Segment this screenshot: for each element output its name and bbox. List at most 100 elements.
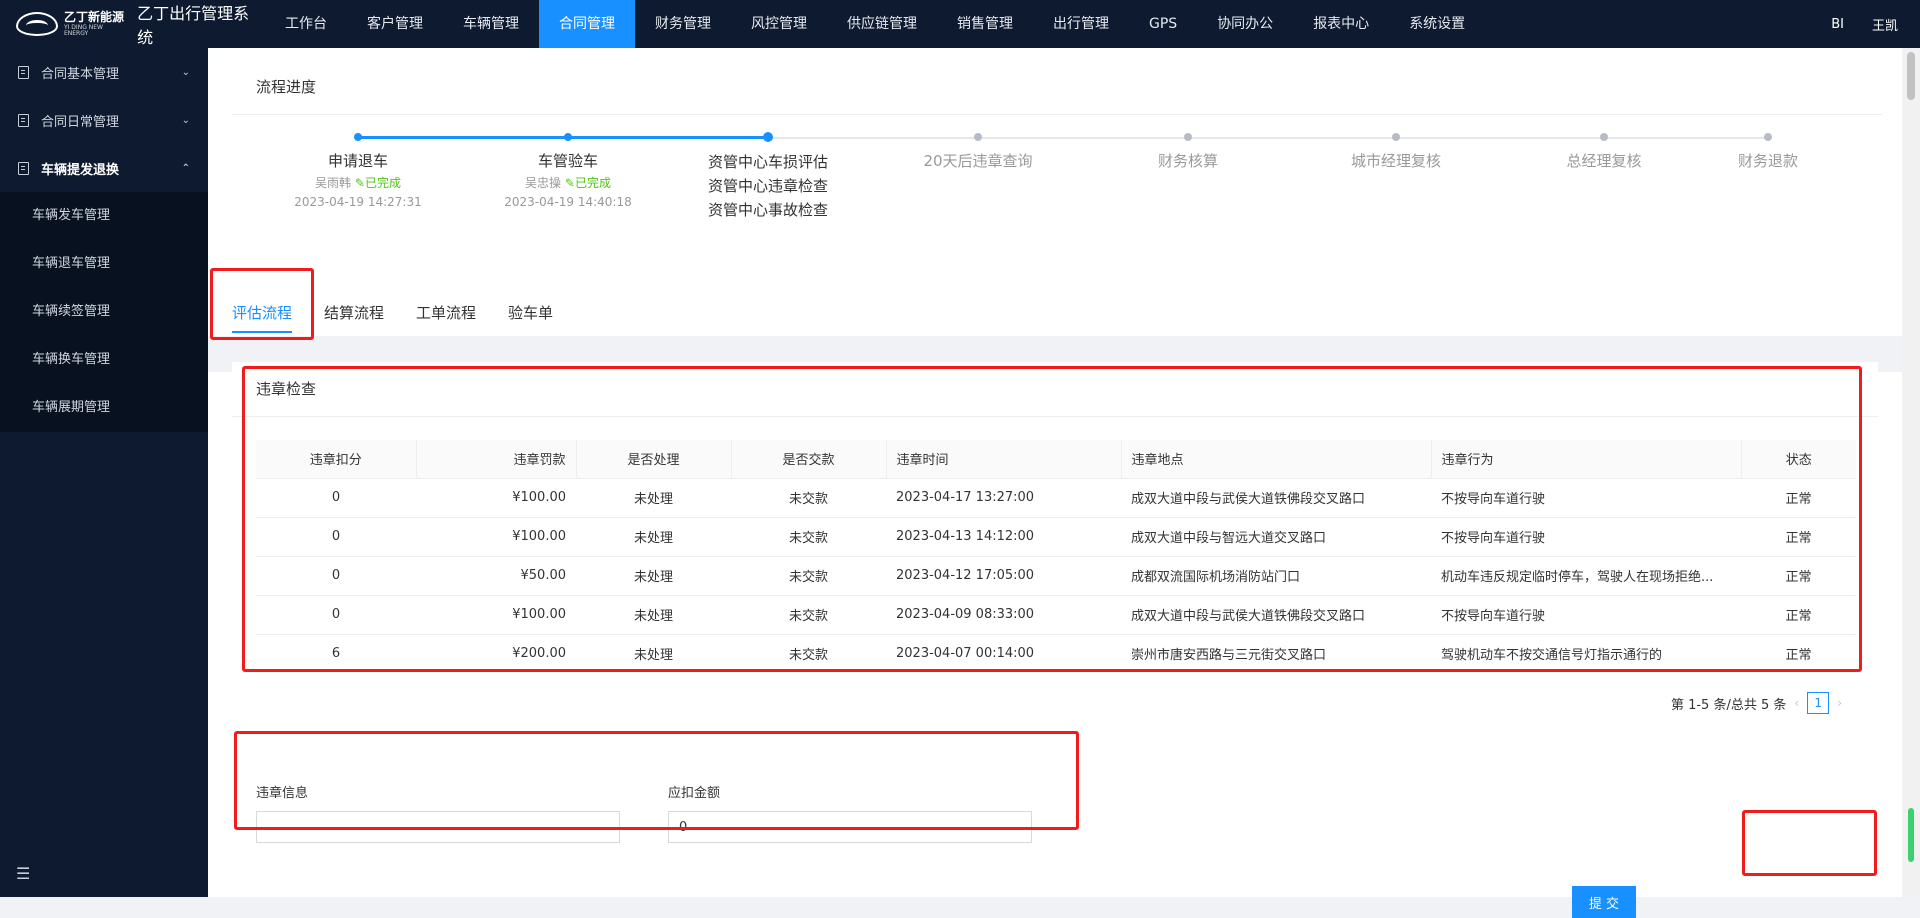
- sidebar-group-contract-basic[interactable]: 合同基本管理 ⌄: [0, 48, 208, 96]
- submit-button[interactable]: 提 交: [1572, 886, 1636, 918]
- nav-supply-chain[interactable]: 供应链管理: [827, 0, 937, 48]
- step-dot: [974, 133, 982, 141]
- nav-finance[interactable]: 财务管理: [635, 0, 731, 48]
- prev-page-icon[interactable]: ‹: [1794, 696, 1799, 710]
- sidebar-item-extend[interactable]: 车辆展期管理: [0, 384, 208, 432]
- step-violation-query: 20天后违章查询: [878, 122, 1078, 173]
- cell-time: 2023-04-09 08:33:00: [886, 594, 1121, 634]
- col-time: 违章时间: [885, 440, 1121, 478]
- cell-paid: 未交款: [731, 516, 886, 556]
- step-dot: [1764, 133, 1772, 141]
- step-dot: [1392, 133, 1400, 141]
- chevron-down-icon: ⌄: [181, 114, 190, 126]
- cell-points: 6: [256, 633, 416, 673]
- cell-paid: 未交款: [731, 477, 886, 517]
- document-icon: [18, 65, 29, 79]
- cell-behavior: 机动车违反规定临时停车，驾驶人在现场拒绝...: [1431, 555, 1741, 595]
- table-row[interactable]: 0 ¥100.00 未处理 未交款 2023-04-17 13:27:00 成双…: [256, 477, 1856, 517]
- next-page-icon[interactable]: ›: [1837, 696, 1842, 710]
- chevron-up-icon: ⌃: [181, 162, 190, 174]
- sidebar-item-exchange[interactable]: 车辆换车管理: [0, 336, 208, 384]
- logo[interactable]: 乙丁新能源 YI DING NEW ENERGY 乙丁出行管理系统: [0, 0, 265, 48]
- tab-work-order[interactable]: 工单流程: [416, 302, 476, 333]
- check-icon: ✎: [354, 176, 365, 190]
- cell-points: 0: [256, 516, 416, 556]
- cell-handled: 未处理: [576, 516, 731, 556]
- table-row[interactable]: 0 ¥100.00 未处理 未交款 2023-04-09 08:33:00 成双…: [256, 594, 1856, 634]
- table-row[interactable]: 0 ¥100.00 未处理 未交款 2023-04-13 14:12:00 成双…: [256, 516, 1856, 556]
- col-location: 违章地点: [1120, 440, 1431, 478]
- cell-location: 成都双流国际机场消防站门口: [1121, 555, 1431, 595]
- table-row[interactable]: 6 ¥200.00 未处理 未交款 2023-04-07 00:14:00 崇州…: [256, 633, 1856, 673]
- sidebar-item-dispatch[interactable]: 车辆发车管理: [0, 192, 208, 240]
- cell-fine: ¥100.00: [416, 594, 576, 634]
- step-finance-refund: 财务退款: [1668, 122, 1868, 173]
- tab-evaluation[interactable]: 评估流程: [232, 302, 293, 333]
- user-name[interactable]: 王凯: [1872, 15, 1898, 34]
- deduction-amount-label: 应扣金额: [668, 786, 721, 801]
- cell-paid: 未交款: [731, 594, 886, 634]
- sidebar-group-contract-daily[interactable]: 合同日常管理 ⌄: [0, 96, 208, 144]
- step-operator: 吴雨韩: [315, 176, 352, 190]
- top-navbar: 乙丁新能源 YI DING NEW ENERGY 乙丁出行管理系统 工作台 客户…: [0, 0, 1920, 48]
- tab-inspection-sheet[interactable]: 验车单: [508, 302, 553, 333]
- page-scrollbar[interactable]: [1902, 48, 1920, 897]
- cell-status: 正常: [1741, 516, 1856, 556]
- page-1-button[interactable]: 1: [1807, 692, 1830, 714]
- sidebar-group-vehicle-handover[interactable]: 车辆提发退换 ⌃: [0, 144, 208, 192]
- tab-settlement[interactable]: 结算流程: [324, 302, 384, 333]
- deduction-amount-input[interactable]: [668, 811, 1032, 843]
- nav-sales[interactable]: 销售管理: [937, 0, 1033, 48]
- deduction-form: 违章信息 应扣金额: [256, 782, 1080, 843]
- nav-settings[interactable]: 系统设置: [1389, 0, 1485, 48]
- step-status: 已完成: [574, 176, 611, 190]
- nav-travel[interactable]: 出行管理: [1033, 0, 1129, 48]
- cell-fine: ¥50.00: [416, 555, 576, 595]
- cell-location: 崇州市唐安西路与三元街交叉路口: [1121, 633, 1431, 673]
- col-fine: 违章罚款: [415, 440, 576, 478]
- nav-customer[interactable]: 客户管理: [347, 0, 443, 48]
- nav-workbench[interactable]: 工作台: [265, 0, 347, 48]
- nav-risk[interactable]: 风控管理: [731, 0, 827, 48]
- logo-brand-en: YI DING NEW ENERGY: [63, 24, 103, 37]
- step-city-manager-review: 城市经理复核: [1296, 122, 1496, 173]
- cell-fine: ¥100.00: [416, 516, 576, 556]
- sidebar: 合同基本管理 ⌄ 合同日常管理 ⌄ 车辆提发退换 ⌃ 车辆发车管理 车辆退车管理…: [0, 48, 208, 897]
- col-handled: 是否处理: [575, 440, 731, 478]
- sidebar-group-label: 车辆提发退换: [41, 162, 120, 178]
- cell-handled: 未处理: [576, 477, 731, 517]
- step-name: 资管中心车损评估: [707, 153, 828, 171]
- violation-info-input[interactable]: [256, 811, 620, 843]
- cell-time: 2023-04-12 17:05:00: [886, 555, 1121, 595]
- bi-link[interactable]: BI: [1831, 17, 1844, 32]
- step-connector: [358, 136, 568, 139]
- collapse-menu-icon[interactable]: ☰: [16, 864, 30, 883]
- col-status: 状态: [1740, 440, 1856, 478]
- cell-behavior: 不按导向车道行驶: [1431, 477, 1741, 517]
- violation-title: 违章检查: [256, 380, 317, 398]
- sidebar-item-renew[interactable]: 车辆续签管理: [0, 288, 208, 336]
- nav-gps[interactable]: GPS: [1129, 0, 1197, 48]
- logo-icon: [16, 12, 58, 36]
- scroll-indicator: [1908, 808, 1914, 862]
- nav-collab[interactable]: 协同办公: [1197, 0, 1293, 48]
- sidebar-item-return[interactable]: 车辆退车管理: [0, 240, 208, 288]
- check-icon: ✎: [564, 176, 575, 190]
- cell-time: 2023-04-07 00:14:00: [886, 633, 1121, 673]
- progress-steps: 申请退车 吴雨韩 ✎已完成 2023-04-19 14:27:31 车管验车 吴…: [258, 122, 1858, 232]
- cell-behavior: 不按导向车道行驶: [1431, 516, 1741, 556]
- nav-contract[interactable]: 合同管理: [539, 0, 635, 48]
- cell-status: 正常: [1741, 594, 1856, 634]
- cell-behavior: 驾驶机动车不按交通信号灯指示通行的: [1431, 633, 1741, 673]
- step-time: 2023-04-19 14:27:31: [294, 195, 422, 209]
- scrollbar-thumb[interactable]: [1907, 52, 1915, 100]
- sidebar-group-label: 合同日常管理: [41, 114, 120, 130]
- nav-reports[interactable]: 报表中心: [1293, 0, 1389, 48]
- app-title: 乙丁出行管理系统: [137, 4, 250, 47]
- col-behavior: 违章行为: [1430, 440, 1741, 478]
- table-row[interactable]: 0 ¥50.00 未处理 未交款 2023-04-12 17:05:00 成都双…: [256, 555, 1856, 595]
- divider: [232, 114, 1882, 115]
- violation-info-label: 违章信息: [256, 786, 309, 801]
- cell-handled: 未处理: [576, 594, 731, 634]
- nav-vehicle[interactable]: 车辆管理: [443, 0, 539, 48]
